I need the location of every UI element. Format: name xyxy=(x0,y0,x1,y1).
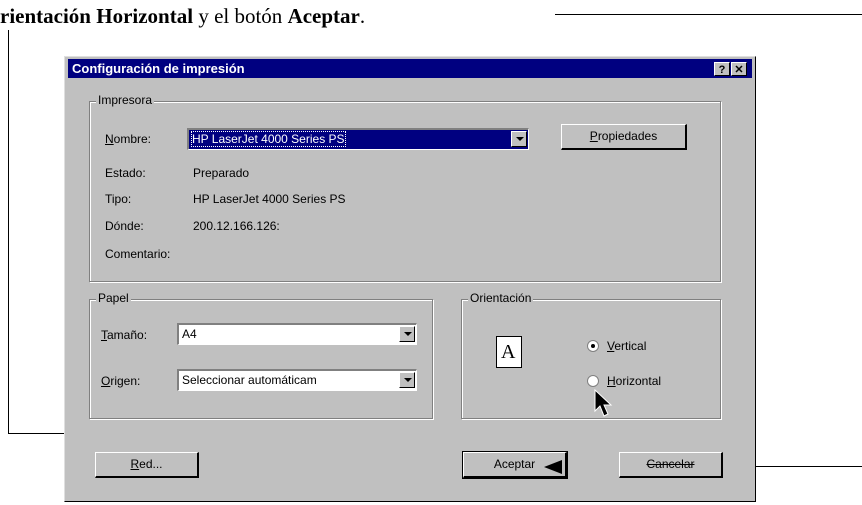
mouse-cursor-icon xyxy=(594,389,613,417)
caption-text: y el botón xyxy=(193,4,288,28)
where-label: Dónde: xyxy=(105,219,144,233)
printer-name-select[interactable]: HP LaserJet 4000 Series PS xyxy=(187,128,529,150)
chevron-down-icon[interactable] xyxy=(399,326,415,342)
printer-name-label: Nombre: xyxy=(105,132,152,146)
page-portrait-icon: A xyxy=(496,336,522,368)
paper-size-select[interactable]: A4 xyxy=(177,323,417,345)
cancel-label: Cancelar xyxy=(646,457,695,471)
cancel-button[interactable]: Cancelar xyxy=(619,452,723,478)
callout-line-top xyxy=(555,14,862,15)
printer-group-label: Impresora xyxy=(96,93,155,107)
caption-bold-2: Aceptar xyxy=(287,4,360,28)
paper-size-value: A4 xyxy=(182,327,197,341)
dialog-title: Configuración de impresión xyxy=(72,61,245,76)
print-setup-dialog: Configuración de impresión ? ✕ Impresora… xyxy=(64,56,756,502)
network-button[interactable]: Red... xyxy=(95,452,199,478)
where-value: 200.12.166.126: xyxy=(193,219,280,233)
page-glyph: A xyxy=(501,341,516,363)
arrow-left-icon xyxy=(544,460,562,474)
horizontal-radio[interactable] xyxy=(587,375,599,387)
orientation-group-label: Orientación xyxy=(468,291,534,305)
help-button[interactable]: ? xyxy=(714,62,730,76)
source-label: Origen: xyxy=(101,374,141,388)
caption-bold-1: rientación Horizontal xyxy=(0,4,194,28)
size-label: Tamaño: xyxy=(101,328,148,342)
vertical-radio[interactable] xyxy=(587,340,599,352)
chevron-down-icon[interactable] xyxy=(511,131,527,147)
paper-source-value: Seleccionar automáticam xyxy=(182,373,317,387)
type-value: HP LaserJet 4000 Series PS xyxy=(193,192,346,206)
paper-group: Papel xyxy=(89,291,433,419)
type-label: Tipo: xyxy=(105,192,132,206)
paper-group-label: Papel xyxy=(96,291,131,305)
status-value: Preparado xyxy=(193,166,250,180)
status-label: Estado: xyxy=(105,166,146,180)
chevron-down-icon[interactable] xyxy=(399,372,415,388)
printer-name-value: HP LaserJet 4000 Series PS xyxy=(191,131,346,147)
properties-button[interactable]: Propiedades xyxy=(561,124,687,150)
vertical-label[interactable]: Vertical xyxy=(607,339,646,353)
horizontal-label[interactable]: Horizontal xyxy=(607,374,661,388)
close-button[interactable]: ✕ xyxy=(731,62,747,76)
caption-period: . xyxy=(359,4,366,28)
comment-label: Comentario: xyxy=(105,247,171,261)
paper-source-select[interactable]: Seleccionar automáticam xyxy=(177,369,417,391)
dialog-titlebar: Configuración de impresión ? ✕ xyxy=(68,59,752,78)
callout-line-left-vertical xyxy=(8,30,9,434)
instruction-caption: rientación Horizontal y el botón Aceptar… xyxy=(0,4,365,29)
